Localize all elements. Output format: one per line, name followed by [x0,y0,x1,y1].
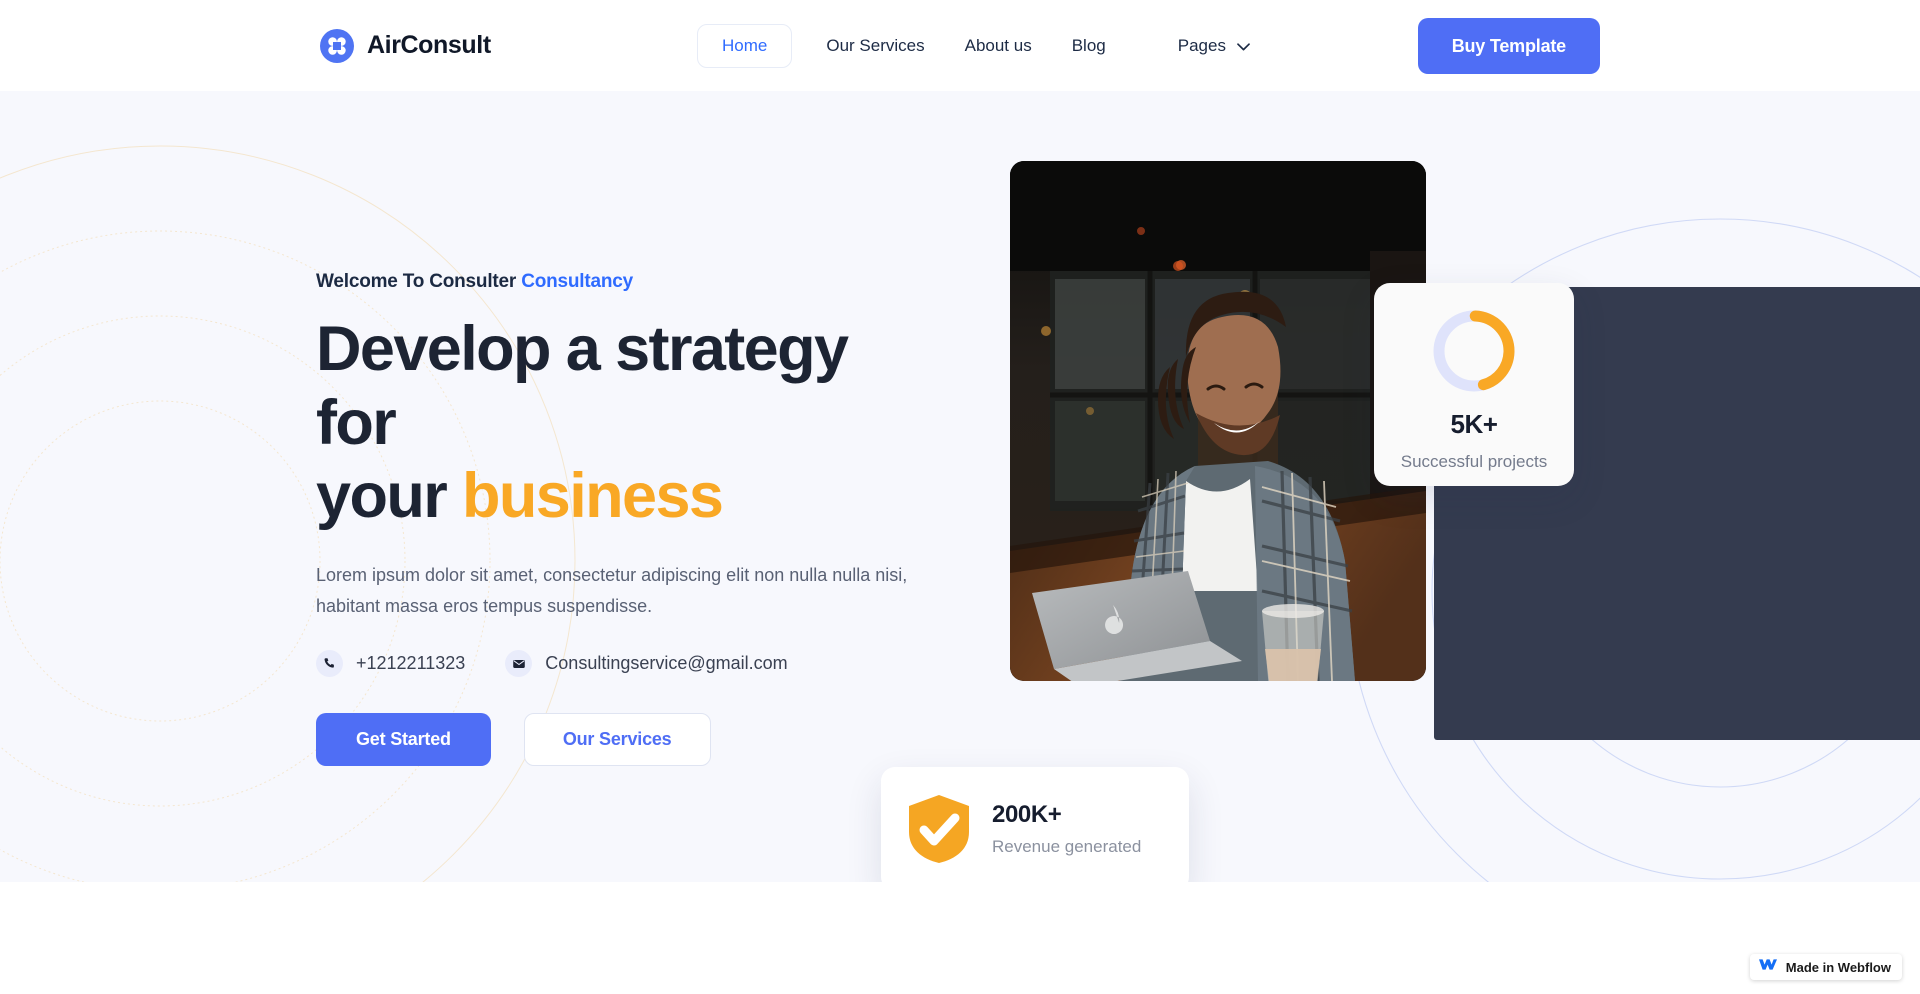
donut-progress-chart [1428,305,1520,397]
stat-revenue-text: 200K+ Revenue generated [992,801,1141,857]
stat-revenue-label: Revenue generated [992,837,1142,856]
brand-name: AirConsult [367,31,491,59]
hero-photo [1010,161,1426,681]
primary-nav: Home Our Services About us Blog Pages [697,23,1270,68]
nav-item-our-services[interactable]: Our Services [806,25,944,67]
hero-eyebrow-accent: Consultancy [521,271,634,292]
phone-icon [316,650,343,678]
get-started-button[interactable]: Get Started [316,713,491,767]
contact-email[interactable]: Consultingservice@gmail.com [505,650,788,678]
hero-cta-row: Get Started Our Services [316,713,936,767]
brand-logo[interactable]: AirConsult [320,28,491,63]
hero-section: Welcome To Consulter Consultancy Develop… [0,91,1920,882]
stat-projects-label: Successful projects [1400,452,1548,471]
nav-item-pages-label: Pages [1177,35,1226,55]
hero-headline: Develop a strategy for your business [316,313,936,534]
mail-icon [505,650,533,678]
hero-contacts: +1212211323 Consultingservice@gmail.com [316,650,936,678]
clover-logo-icon [320,28,354,63]
hero-headline-line1: Develop a strategy for [316,314,849,458]
buy-template-button[interactable]: Buy Template [1417,17,1600,74]
webflow-icon [1758,958,1777,976]
nav-item-about-us[interactable]: About us [945,25,1052,67]
page-footer-area: Made in Webflow [0,882,1920,994]
hero-headline-accent: business [462,461,724,532]
shield-check-icon [906,793,972,865]
contact-phone[interactable]: +1212211323 [316,650,466,678]
nav-item-blog[interactable]: Blog [1052,25,1126,67]
hero-paragraph: Lorem ipsum dolor sit amet, consectetur … [316,565,908,617]
hero-copy: Welcome To Consulter Consultancy Develop… [316,271,936,767]
hero-visual: 5K+ Successful projects 200K+ Revenue ge… [881,161,1920,882]
made-in-webflow-label: Made in Webflow [1785,959,1891,975]
nav-item-home[interactable]: Home [697,23,793,68]
stat-revenue-value: 200K+ [992,801,1062,828]
site-navbar: AirConsult Home Our Services About us Bl… [0,0,1920,91]
stat-projects-value: 5K+ [1450,409,1498,439]
hero-eyebrow-prefix: Welcome To Consulter [316,271,522,292]
made-in-webflow-badge[interactable]: Made in Webflow [1749,954,1902,980]
contact-email-text: Consultingservice@gmail.com [545,653,788,674]
stat-card-successful-projects: 5K+ Successful projects [1374,283,1574,486]
hero-eyebrow: Welcome To Consulter Consultancy [316,271,936,293]
stat-card-revenue: 200K+ Revenue generated [881,767,1189,882]
our-services-button[interactable]: Our Services [523,713,711,767]
nav-item-pages[interactable]: Pages [1158,25,1270,67]
hero-headline-line2-prefix: your [316,461,463,532]
chevron-down-icon [1237,36,1250,56]
contact-phone-text: +1212211323 [356,653,466,674]
